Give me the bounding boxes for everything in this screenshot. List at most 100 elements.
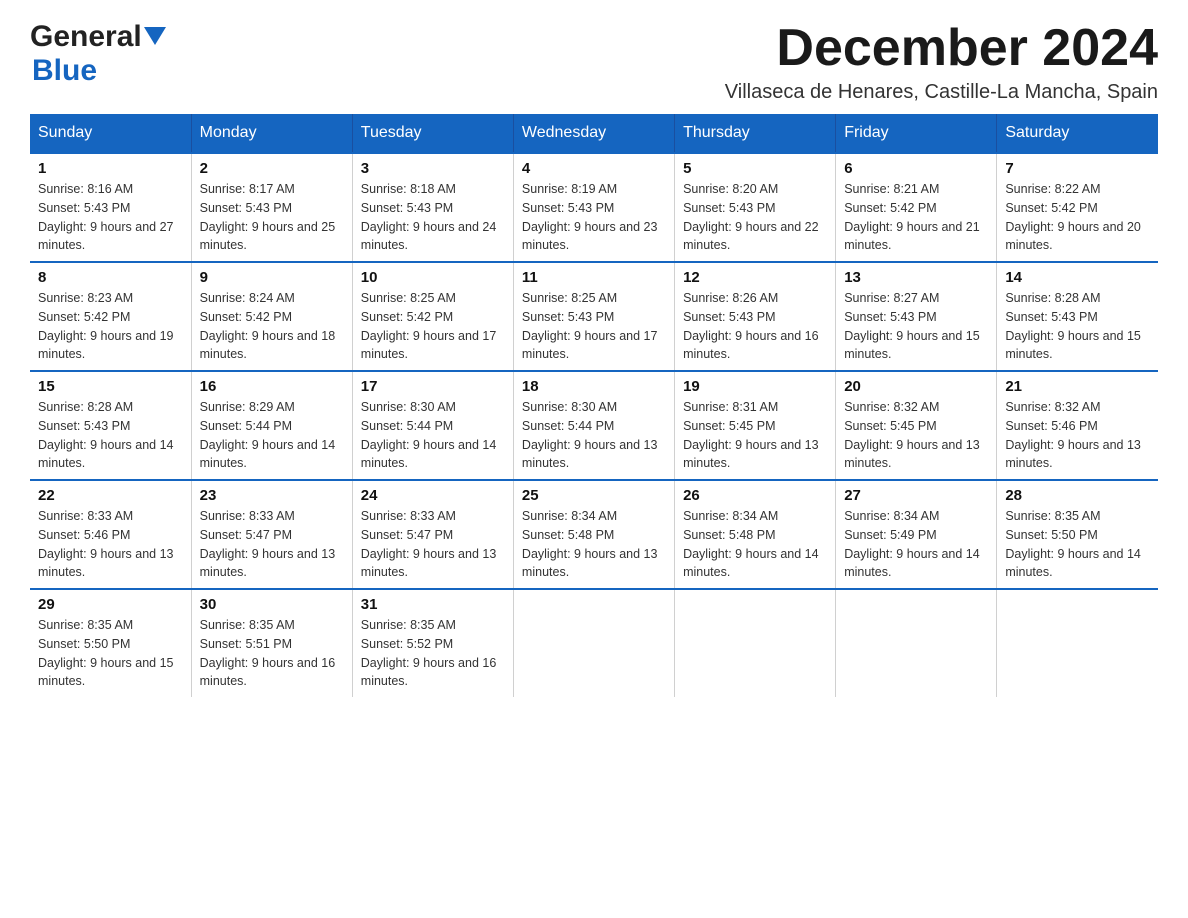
calendar-cell: 4 Sunrise: 8:19 AMSunset: 5:43 PMDayligh… [513,153,674,262]
calendar-cell [997,589,1158,697]
day-info: Sunrise: 8:22 AMSunset: 5:42 PMDaylight:… [1005,180,1150,255]
calendar-cell: 13 Sunrise: 8:27 AMSunset: 5:43 PMDaylig… [836,262,997,371]
day-info: Sunrise: 8:23 AMSunset: 5:42 PMDaylight:… [38,289,183,364]
calendar-cell: 30 Sunrise: 8:35 AMSunset: 5:51 PMDaylig… [191,589,352,697]
day-number: 29 [38,596,183,613]
day-info: Sunrise: 8:20 AMSunset: 5:43 PMDaylight:… [683,180,827,255]
day-info: Sunrise: 8:28 AMSunset: 5:43 PMDaylight:… [38,398,183,473]
day-number: 5 [683,160,827,177]
calendar-cell: 26 Sunrise: 8:34 AMSunset: 5:48 PMDaylig… [675,480,836,589]
calendar-cell: 10 Sunrise: 8:25 AMSunset: 5:42 PMDaylig… [352,262,513,371]
day-info: Sunrise: 8:33 AMSunset: 5:46 PMDaylight:… [38,507,183,582]
day-number: 22 [38,487,183,504]
week-row-3: 15 Sunrise: 8:28 AMSunset: 5:43 PMDaylig… [30,371,1158,480]
column-header-saturday: Saturday [997,114,1158,153]
calendar-header: SundayMondayTuesdayWednesdayThursdayFrid… [30,114,1158,153]
calendar-cell [513,589,674,697]
logo-blue: Blue [32,54,97,87]
day-number: 4 [522,160,666,177]
day-number: 16 [200,378,344,395]
calendar-cell: 14 Sunrise: 8:28 AMSunset: 5:43 PMDaylig… [997,262,1158,371]
day-info: Sunrise: 8:35 AMSunset: 5:50 PMDaylight:… [1005,507,1150,582]
day-number: 18 [522,378,666,395]
calendar-cell: 8 Sunrise: 8:23 AMSunset: 5:42 PMDayligh… [30,262,191,371]
calendar-cell: 27 Sunrise: 8:34 AMSunset: 5:49 PMDaylig… [836,480,997,589]
calendar-cell: 21 Sunrise: 8:32 AMSunset: 5:46 PMDaylig… [997,371,1158,480]
day-info: Sunrise: 8:34 AMSunset: 5:48 PMDaylight:… [683,507,827,582]
calendar-cell: 5 Sunrise: 8:20 AMSunset: 5:43 PMDayligh… [675,153,836,262]
calendar-cell: 6 Sunrise: 8:21 AMSunset: 5:42 PMDayligh… [836,153,997,262]
month-title: December 2024 [725,20,1158,77]
week-row-1: 1 Sunrise: 8:16 AMSunset: 5:43 PMDayligh… [30,153,1158,262]
day-info: Sunrise: 8:31 AMSunset: 5:45 PMDaylight:… [683,398,827,473]
calendar-cell: 1 Sunrise: 8:16 AMSunset: 5:43 PMDayligh… [30,153,191,262]
day-number: 20 [844,378,988,395]
calendar-cell: 23 Sunrise: 8:33 AMSunset: 5:47 PMDaylig… [191,480,352,589]
day-number: 7 [1005,160,1150,177]
day-number: 30 [200,596,344,613]
page-header: General Blue December 2024 Villaseca de … [30,20,1158,104]
day-info: Sunrise: 8:17 AMSunset: 5:43 PMDaylight:… [200,180,344,255]
day-info: Sunrise: 8:33 AMSunset: 5:47 PMDaylight:… [361,507,505,582]
column-header-wednesday: Wednesday [513,114,674,153]
day-info: Sunrise: 8:35 AMSunset: 5:50 PMDaylight:… [38,616,183,691]
calendar-table: SundayMondayTuesdayWednesdayThursdayFrid… [30,114,1158,697]
day-number: 12 [683,269,827,286]
logo: General Blue [30,20,166,88]
calendar-cell: 18 Sunrise: 8:30 AMSunset: 5:44 PMDaylig… [513,371,674,480]
day-info: Sunrise: 8:16 AMSunset: 5:43 PMDaylight:… [38,180,183,255]
calendar-cell: 15 Sunrise: 8:28 AMSunset: 5:43 PMDaylig… [30,371,191,480]
calendar-cell: 12 Sunrise: 8:26 AMSunset: 5:43 PMDaylig… [675,262,836,371]
day-info: Sunrise: 8:19 AMSunset: 5:43 PMDaylight:… [522,180,666,255]
day-info: Sunrise: 8:25 AMSunset: 5:42 PMDaylight:… [361,289,505,364]
week-row-2: 8 Sunrise: 8:23 AMSunset: 5:42 PMDayligh… [30,262,1158,371]
day-info: Sunrise: 8:34 AMSunset: 5:49 PMDaylight:… [844,507,988,582]
day-info: Sunrise: 8:32 AMSunset: 5:45 PMDaylight:… [844,398,988,473]
day-number: 11 [522,269,666,286]
day-number: 3 [361,160,505,177]
day-number: 28 [1005,487,1150,504]
day-number: 15 [38,378,183,395]
day-number: 1 [38,160,183,177]
day-info: Sunrise: 8:32 AMSunset: 5:46 PMDaylight:… [1005,398,1150,473]
day-number: 13 [844,269,988,286]
day-number: 27 [844,487,988,504]
day-info: Sunrise: 8:24 AMSunset: 5:42 PMDaylight:… [200,289,344,364]
calendar-cell: 19 Sunrise: 8:31 AMSunset: 5:45 PMDaylig… [675,371,836,480]
logo-general: General [30,20,142,54]
day-number: 14 [1005,269,1150,286]
column-header-tuesday: Tuesday [352,114,513,153]
day-number: 19 [683,378,827,395]
day-info: Sunrise: 8:30 AMSunset: 5:44 PMDaylight:… [361,398,505,473]
day-info: Sunrise: 8:18 AMSunset: 5:43 PMDaylight:… [361,180,505,255]
day-info: Sunrise: 8:34 AMSunset: 5:48 PMDaylight:… [522,507,666,582]
day-info: Sunrise: 8:25 AMSunset: 5:43 PMDaylight:… [522,289,666,364]
calendar-cell: 2 Sunrise: 8:17 AMSunset: 5:43 PMDayligh… [191,153,352,262]
column-header-friday: Friday [836,114,997,153]
calendar-cell: 22 Sunrise: 8:33 AMSunset: 5:46 PMDaylig… [30,480,191,589]
calendar-body: 1 Sunrise: 8:16 AMSunset: 5:43 PMDayligh… [30,153,1158,697]
day-number: 10 [361,269,505,286]
calendar-cell: 3 Sunrise: 8:18 AMSunset: 5:43 PMDayligh… [352,153,513,262]
day-number: 17 [361,378,505,395]
week-row-4: 22 Sunrise: 8:33 AMSunset: 5:46 PMDaylig… [30,480,1158,589]
day-info: Sunrise: 8:21 AMSunset: 5:42 PMDaylight:… [844,180,988,255]
day-info: Sunrise: 8:30 AMSunset: 5:44 PMDaylight:… [522,398,666,473]
day-info: Sunrise: 8:29 AMSunset: 5:44 PMDaylight:… [200,398,344,473]
calendar-cell: 28 Sunrise: 8:35 AMSunset: 5:50 PMDaylig… [997,480,1158,589]
day-number: 9 [200,269,344,286]
calendar-cell [675,589,836,697]
location-subtitle: Villaseca de Henares, Castille-La Mancha… [725,81,1158,104]
day-info: Sunrise: 8:27 AMSunset: 5:43 PMDaylight:… [844,289,988,364]
column-header-thursday: Thursday [675,114,836,153]
day-number: 31 [361,596,505,613]
day-number: 21 [1005,378,1150,395]
day-info: Sunrise: 8:26 AMSunset: 5:43 PMDaylight:… [683,289,827,364]
day-number: 26 [683,487,827,504]
calendar-cell: 29 Sunrise: 8:35 AMSunset: 5:50 PMDaylig… [30,589,191,697]
calendar-cell: 31 Sunrise: 8:35 AMSunset: 5:52 PMDaylig… [352,589,513,697]
calendar-cell: 20 Sunrise: 8:32 AMSunset: 5:45 PMDaylig… [836,371,997,480]
calendar-cell: 16 Sunrise: 8:29 AMSunset: 5:44 PMDaylig… [191,371,352,480]
column-header-sunday: Sunday [30,114,191,153]
column-header-monday: Monday [191,114,352,153]
